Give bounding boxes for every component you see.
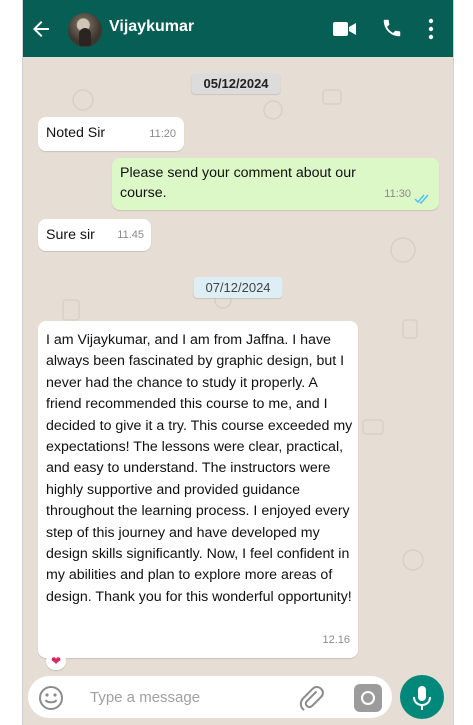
video-call-icon[interactable] xyxy=(333,20,357,38)
heart-reaction-icon[interactable]: ❤ xyxy=(46,652,66,670)
emoji-icon[interactable] xyxy=(38,685,64,711)
message-time: 11:30 xyxy=(384,188,411,200)
message-time: 11.45 xyxy=(117,229,144,241)
read-receipt-icon xyxy=(414,194,429,204)
phone-icon[interactable] xyxy=(381,17,403,39)
message-text: Please send your comment about our cours… xyxy=(120,165,356,201)
attach-icon[interactable] xyxy=(298,684,324,712)
message-time: 12.16 xyxy=(322,634,350,646)
date-divider: 07/12/2024 xyxy=(193,277,283,298)
message-text: Noted Sir xyxy=(46,125,106,141)
message-time: 11:20 xyxy=(149,128,176,140)
message-text: Sure sir xyxy=(46,227,95,243)
mic-button[interactable] xyxy=(400,675,444,719)
mic-icon xyxy=(413,686,431,710)
contact-name[interactable]: Vijaykumar xyxy=(109,18,194,36)
message-input-bar: Type a message xyxy=(28,676,392,718)
message-input[interactable]: Type a message xyxy=(90,689,200,706)
chat-window: Vijaykumar 05/12/2024 Noted Sir 11:20 Pl… xyxy=(22,0,454,725)
message-text: I am Vijaykumar, and I am from Jaffna. I… xyxy=(46,332,353,605)
more-vert-icon[interactable] xyxy=(427,18,435,40)
camera-icon[interactable] xyxy=(354,684,382,712)
incoming-message[interactable]: Sure sir 11.45 xyxy=(38,219,151,251)
incoming-message[interactable]: Noted Sir 11:20 xyxy=(38,117,184,151)
chat-header: Vijaykumar xyxy=(23,0,453,57)
incoming-message[interactable]: I am Vijaykumar, and I am from Jaffna. I… xyxy=(38,321,358,658)
date-divider: 05/12/2024 xyxy=(191,73,281,94)
back-arrow-icon[interactable] xyxy=(29,17,53,41)
outgoing-message[interactable]: Please send your comment about our cours… xyxy=(112,158,439,210)
avatar[interactable] xyxy=(68,13,102,47)
